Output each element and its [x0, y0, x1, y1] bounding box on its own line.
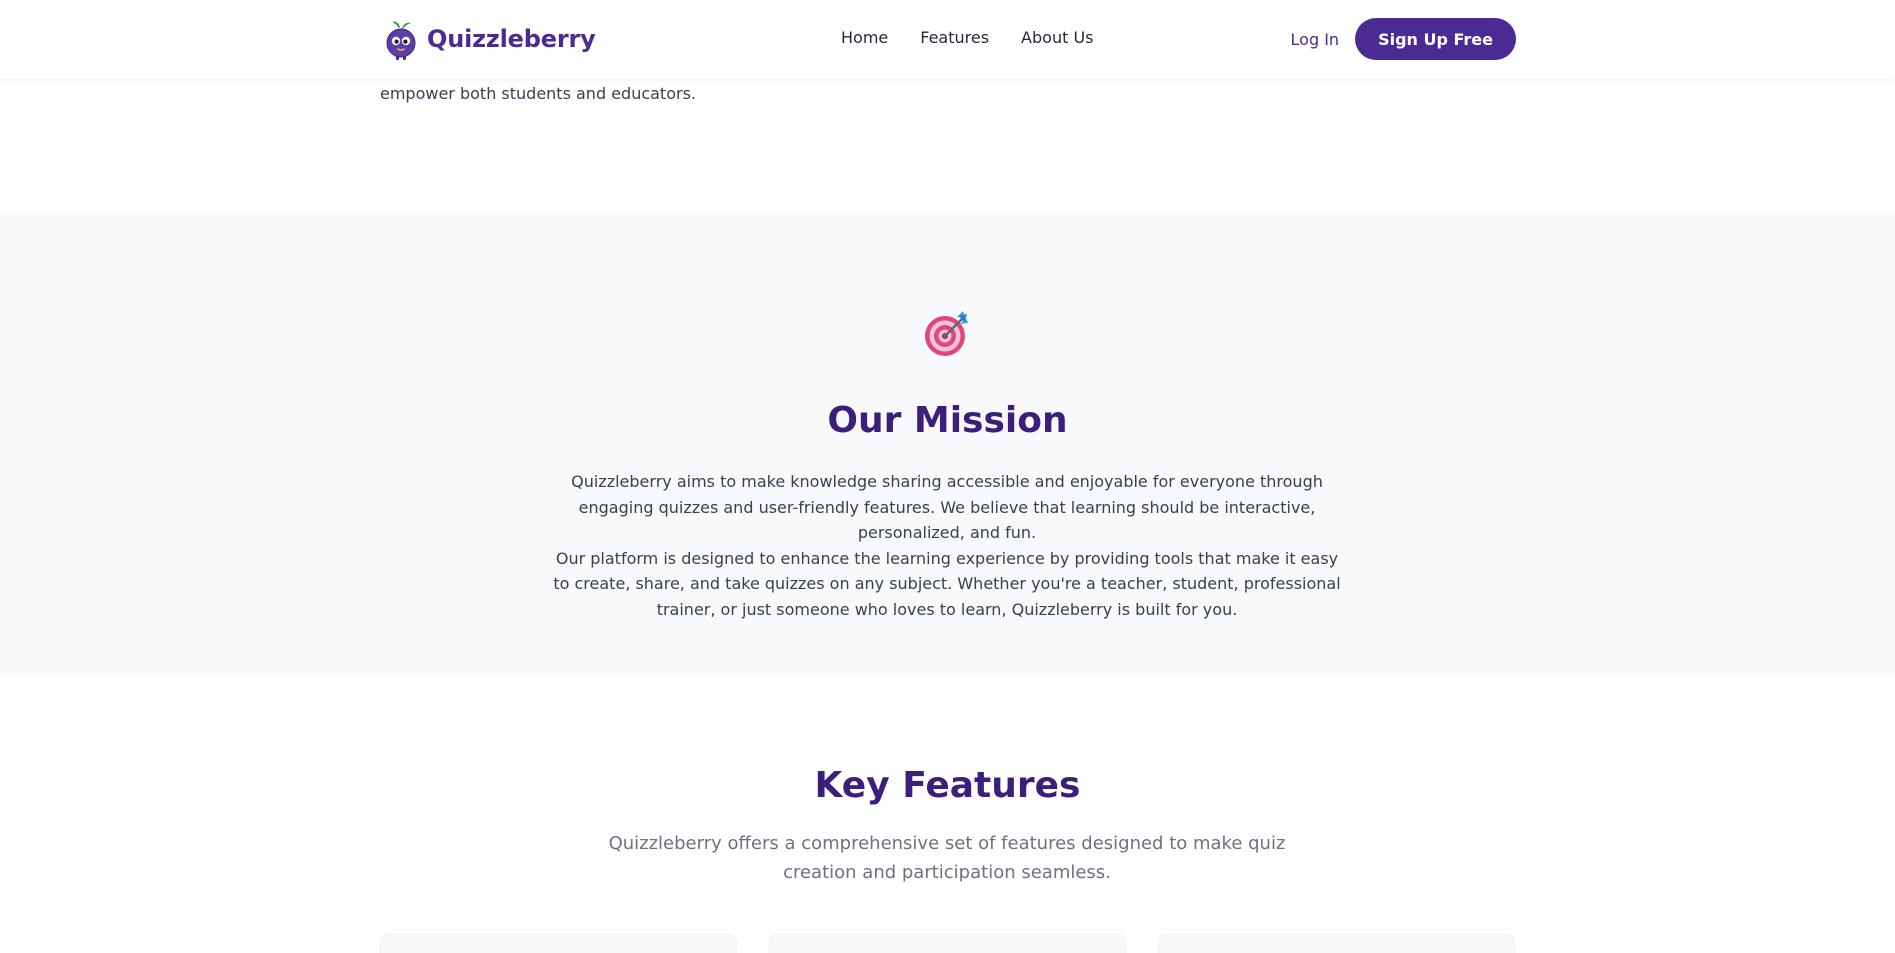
mission-paragraph-2: Our platform is designed to enhance the …: [553, 548, 1341, 619]
brand-link[interactable]: Quizzleberry: [384, 18, 596, 60]
mission-text: Quizzleberry aims to make knowledge shar…: [547, 469, 1347, 623]
site-header: Quizzleberry Home Features About Us Log …: [0, 0, 1895, 79]
nav-home[interactable]: Home: [841, 28, 888, 47]
mission-title: Our Mission: [827, 400, 1068, 441]
mission-section: Our Mission Quizzleberry aims to make kn…: [0, 213, 1895, 675]
nav-about-us[interactable]: About Us: [1021, 28, 1093, 47]
features-title: Key Features: [814, 765, 1081, 806]
header-inner: Quizzleberry Home Features About Us Log …: [380, 0, 1516, 79]
brand-name: Quizzleberry: [427, 25, 596, 53]
signup-button[interactable]: Sign Up Free: [1355, 18, 1516, 60]
mission-paragraph-1: Quizzleberry aims to make knowledge shar…: [571, 472, 1323, 543]
feature-card: [1158, 934, 1515, 953]
main-nav: Home Features About Us: [841, 28, 1093, 47]
feature-card: [769, 934, 1126, 953]
auth-actions: Log In Sign Up Free: [1291, 18, 1516, 60]
intro-tail-line: empower both students and educators.: [380, 84, 696, 103]
nav-features[interactable]: Features: [920, 28, 989, 47]
feature-card: [380, 934, 737, 953]
target-dart-icon: [925, 311, 968, 356]
page: empower both students and educators. Qui…: [0, 0, 1895, 953]
login-link[interactable]: Log In: [1291, 30, 1340, 49]
features-subtitle: Quizzleberry offers a comprehensive set …: [608, 833, 1286, 883]
blueberry-logo-icon: [386, 21, 416, 60]
